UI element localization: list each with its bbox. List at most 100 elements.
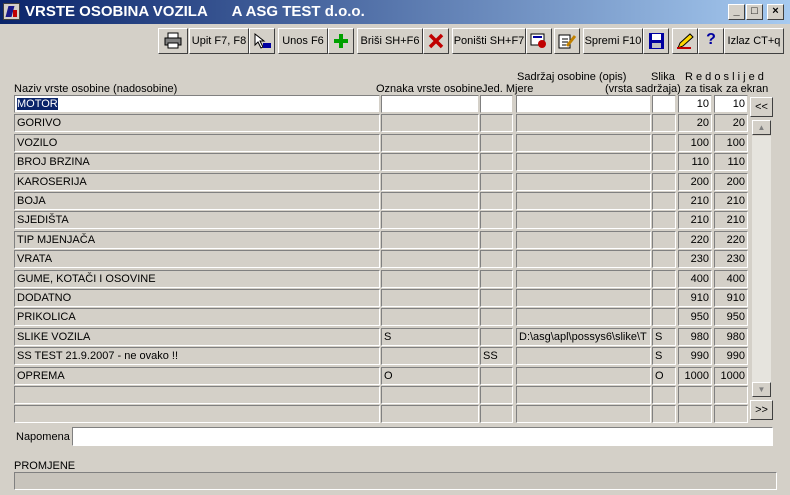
cell-oznaka[interactable] [381, 173, 479, 191]
cell-tisak[interactable]: 980 [678, 328, 712, 346]
insert-button[interactable]: Unos F6 [278, 28, 328, 54]
cell-naziv[interactable]: SJEDIŠTA [14, 211, 380, 229]
cell-ekran[interactable]: 950 [714, 308, 748, 326]
cell-slika[interactable]: S [652, 328, 676, 346]
next-page-button[interactable]: >> [750, 400, 773, 420]
cell-tisak[interactable] [678, 405, 712, 423]
cell-oznaka[interactable] [381, 231, 479, 249]
cell-jed[interactable] [480, 289, 513, 307]
cell-naziv[interactable]: PRIKOLICA [14, 308, 380, 326]
cell-oznaka[interactable] [381, 95, 479, 113]
cell-naziv[interactable]: KAROSERIJA [14, 173, 380, 191]
cell-slika[interactable] [652, 95, 676, 113]
cell-ekran[interactable]: 980 [714, 328, 748, 346]
cancel-icon-button[interactable] [526, 28, 552, 54]
cell-oznaka[interactable]: S [381, 328, 479, 346]
cell-tisak[interactable]: 1000 [678, 367, 712, 385]
cell-sadrzaj[interactable] [516, 367, 651, 385]
scroll-up-arrow[interactable]: ▲ [752, 120, 771, 135]
query-icon-button[interactable] [249, 28, 275, 54]
cell-ekran[interactable]: 990 [714, 347, 748, 365]
cell-sadrzaj[interactable] [516, 134, 651, 152]
cell-ekran[interactable]: 210 [714, 211, 748, 229]
cell-sadrzaj[interactable] [516, 95, 651, 113]
edit-icon-button[interactable] [554, 28, 580, 54]
cell-jed[interactable] [480, 173, 513, 191]
cell-slika[interactable] [652, 114, 676, 132]
cell-sadrzaj[interactable] [516, 386, 651, 404]
cell-tisak[interactable]: 100 [678, 134, 712, 152]
cell-sadrzaj[interactable] [516, 211, 651, 229]
cell-tisak[interactable]: 950 [678, 308, 712, 326]
cell-naziv[interactable]: VRATA [14, 250, 380, 268]
cell-slika[interactable] [652, 192, 676, 210]
cell-naziv[interactable]: SLIKE VOZILA [14, 328, 380, 346]
cell-slika[interactable]: S [652, 347, 676, 365]
cell-jed[interactable] [480, 211, 513, 229]
cell-oznaka[interactable] [381, 308, 479, 326]
cell-slika[interactable] [652, 250, 676, 268]
cell-tisak[interactable]: 110 [678, 153, 712, 171]
cell-naziv[interactable] [14, 386, 380, 404]
cell-ekran[interactable]: 100 [714, 134, 748, 152]
cell-slika[interactable] [652, 211, 676, 229]
cell-tisak[interactable]: 990 [678, 347, 712, 365]
cell-jed[interactable] [480, 192, 513, 210]
cell-ekran[interactable]: 910 [714, 289, 748, 307]
cell-jed[interactable] [480, 367, 513, 385]
cancel-button[interactable]: Poništi SH+F7 [452, 28, 526, 54]
cell-ekran[interactable]: 110 [714, 153, 748, 171]
cell-tisak[interactable]: 220 [678, 231, 712, 249]
cell-sadrzaj[interactable] [516, 173, 651, 191]
cell-naziv[interactable]: VOZILO [14, 134, 380, 152]
cell-jed[interactable] [480, 308, 513, 326]
cell-naziv[interactable]: SS TEST 21.9.2007 - ne ovako !! [14, 347, 380, 365]
cell-ekran[interactable]: 10 [714, 95, 748, 113]
cell-slika[interactable] [652, 270, 676, 288]
scroll-down-arrow[interactable]: ▼ [752, 382, 771, 397]
cell-oznaka[interactable] [381, 134, 479, 152]
minimize-button[interactable]: _ [728, 4, 745, 20]
cell-oznaka[interactable] [381, 114, 479, 132]
cell-tisak[interactable] [678, 386, 712, 404]
cell-jed[interactable] [480, 250, 513, 268]
print-button[interactable] [158, 28, 188, 54]
cell-tisak[interactable]: 210 [678, 192, 712, 210]
cell-sadrzaj[interactable] [516, 270, 651, 288]
cell-slika[interactable] [652, 153, 676, 171]
cell-jed[interactable]: SS [480, 347, 513, 365]
cell-naziv[interactable]: BROJ BRZINA [14, 153, 380, 171]
cell-slika[interactable] [652, 289, 676, 307]
cell-oznaka[interactable] [381, 289, 479, 307]
cell-slika[interactable] [652, 405, 676, 423]
cell-ekran[interactable]: 210 [714, 192, 748, 210]
app-icon[interactable] [3, 3, 20, 20]
maximize-button[interactable]: □ [746, 4, 763, 20]
cell-jed[interactable] [480, 153, 513, 171]
cell-ekran[interactable]: 1000 [714, 367, 748, 385]
cell-tisak[interactable]: 20 [678, 114, 712, 132]
prev-page-button[interactable]: << [750, 97, 773, 117]
cell-oznaka[interactable] [381, 347, 479, 365]
delete-button[interactable]: Briši SH+F6 [357, 28, 423, 54]
cell-slika[interactable] [652, 386, 676, 404]
delete-icon-button[interactable] [423, 28, 449, 54]
cell-ekran[interactable] [714, 386, 748, 404]
cell-tisak[interactable]: 910 [678, 289, 712, 307]
exit-button[interactable]: Izlaz CT+q [724, 28, 784, 54]
cell-sadrzaj[interactable] [516, 250, 651, 268]
cell-oznaka[interactable]: O [381, 367, 479, 385]
cell-oznaka[interactable] [381, 250, 479, 268]
help-button[interactable]: ? [698, 28, 724, 54]
cell-ekran[interactable]: 220 [714, 231, 748, 249]
cell-naziv[interactable]: TIP MJENJAČA [14, 231, 380, 249]
cell-jed[interactable] [480, 405, 513, 423]
cell-slika[interactable]: O [652, 367, 676, 385]
cell-sadrzaj[interactable] [516, 308, 651, 326]
cell-ekran[interactable]: 20 [714, 114, 748, 132]
cell-sadrzaj[interactable] [516, 114, 651, 132]
cell-ekran[interactable]: 200 [714, 173, 748, 191]
cell-tisak[interactable]: 200 [678, 173, 712, 191]
cell-tisak[interactable]: 210 [678, 211, 712, 229]
cell-sadrzaj[interactable] [516, 153, 651, 171]
